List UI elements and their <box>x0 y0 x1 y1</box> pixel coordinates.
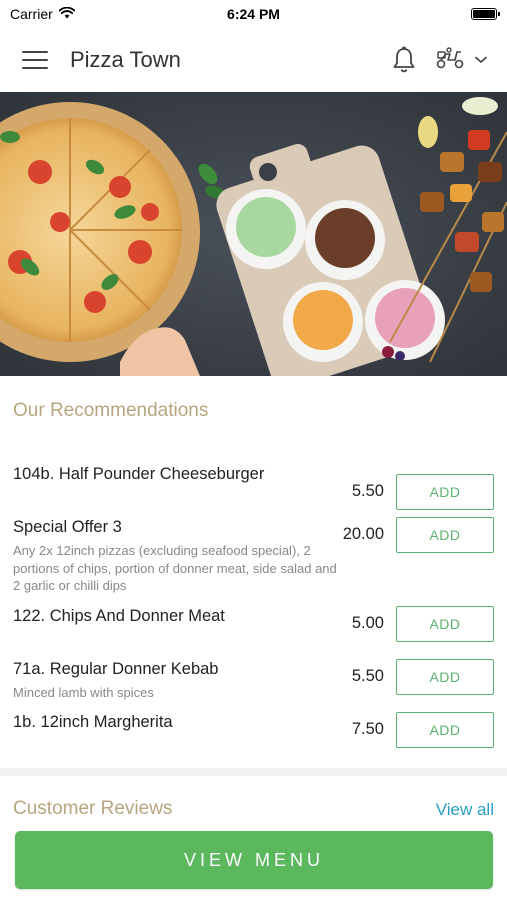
add-button[interactable]: ADD <box>396 659 494 695</box>
hero-image <box>0 92 507 376</box>
item-price: 7.50 <box>351 720 384 738</box>
battery-icon <box>471 8 500 20</box>
item-price: 20.00 <box>342 525 384 543</box>
view-menu-button[interactable]: VIEW MENU <box>15 831 493 889</box>
section-divider <box>0 768 507 776</box>
add-button[interactable]: ADD <box>396 712 494 748</box>
view-all-link[interactable]: View all <box>436 800 494 820</box>
item-name: 71a. Regular Donner Kebab <box>13 660 219 678</box>
add-button[interactable]: ADD <box>396 606 494 642</box>
item-price: 5.50 <box>351 667 384 685</box>
status-bar: Carrier 6:24 PM <box>0 0 507 28</box>
add-button[interactable]: ADD <box>396 517 494 553</box>
reviews-title: Customer Reviews <box>13 798 173 819</box>
header-actions <box>391 46 487 75</box>
delivery-selector[interactable] <box>435 46 487 75</box>
bell-icon[interactable] <box>391 46 417 74</box>
item-name: Special Offer 3 <box>13 518 122 536</box>
item-name: 1b. 12inch Margherita <box>13 713 173 731</box>
status-left: Carrier <box>10 6 76 22</box>
menu-icon[interactable] <box>22 51 48 69</box>
item-description: Any 2x 12inch pizzas (excluding seafood … <box>13 543 337 593</box>
wifi-icon <box>58 6 76 22</box>
item-name: 104b. Half Pounder Cheeseburger <box>13 465 265 483</box>
item-name: 122. Chips And Donner Meat <box>13 607 225 625</box>
recommendations-title: Our Recommendations <box>13 400 209 421</box>
chevron-down-icon <box>475 51 487 69</box>
page-title: Pizza Town <box>70 47 181 72</box>
add-button[interactable]: ADD <box>396 474 494 510</box>
status-time: 6:24 PM <box>227 6 280 22</box>
carrier-label: Carrier <box>10 6 53 22</box>
item-description: Minced lamb with spices <box>13 685 154 700</box>
app-header: Pizza Town <box>0 28 507 92</box>
item-price: 5.00 <box>351 614 384 632</box>
item-price: 5.50 <box>351 482 384 500</box>
scooter-icon <box>435 46 465 75</box>
